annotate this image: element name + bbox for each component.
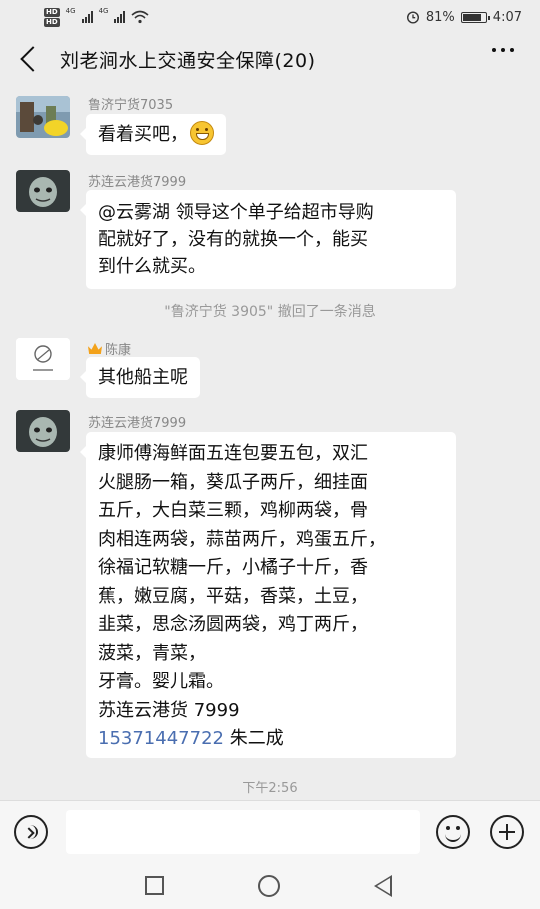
battery-percent: 81% <box>425 9 455 25</box>
phone-link[interactable]: 15371447722 <box>98 728 224 749</box>
signal-icon <box>114 11 126 23</box>
input-bar <box>0 800 540 862</box>
hd-badge: HD <box>44 7 60 17</box>
message-text: 韭菜，思念汤圆两袋，鸡丁两斤， <box>98 614 368 635</box>
more-options-icon[interactable] <box>492 48 514 52</box>
message-text: 徐福记软糖一斤，小橘子十斤，香 <box>98 557 368 578</box>
back-arrow-icon[interactable] <box>20 46 46 72</box>
chat-header: 刘老涧水上交通安全保障(20) <box>0 34 540 84</box>
crown-icon <box>88 343 102 354</box>
message-text: 到什么就买。 <box>98 256 206 277</box>
wifi-icon <box>131 10 149 24</box>
emoji-button[interactable] <box>436 815 470 849</box>
battery-icon <box>460 11 490 23</box>
recall-notice: "鲁济宁货 3905" 撤回了一条消息 <box>164 304 376 320</box>
time-stamp: 下午2:56 <box>242 781 298 796</box>
hd-indicator: HD HD <box>44 7 60 27</box>
signal-icon <box>81 11 93 23</box>
message-text: 五斤，大白菜三颗，鸡柳两袋，骨 <box>98 500 368 521</box>
message-text: 朱二成 <box>223 728 284 749</box>
system-nav-bar <box>0 862 540 909</box>
network-label: 4G <box>98 7 109 15</box>
message-text: 牙膏。婴儿霜。 <box>98 671 224 692</box>
grin-icon <box>190 121 214 145</box>
sender-name: 苏连云港货7999 <box>88 175 187 190</box>
sender-name: 鲁济宁货7035 <box>88 98 174 113</box>
add-attachment-button[interactable] <box>490 815 524 849</box>
message-text: @云雾湖 领导这个单子给超市导购 <box>98 202 374 223</box>
message-text: 火腿肠一箱，葵瓜子两斤，细挂面 <box>98 471 368 493</box>
message-text: 菠菜，青菜， <box>98 642 206 664</box>
chat-title: 刘老涧水上交通安全保障(20) <box>60 49 316 72</box>
message-bubble[interactable]: 看着买吧， <box>80 114 226 155</box>
sender-name-text: 陈康 <box>105 343 132 358</box>
message-text: 看着买吧， <box>98 124 188 145</box>
message-text: 蕉，嫩豆腐，平菇，香菜，土豆， <box>98 585 368 607</box>
voice-input-button[interactable] <box>14 815 48 849</box>
avatar[interactable] <box>16 170 70 212</box>
avatar[interactable] <box>16 96 70 138</box>
message-bubble[interactable]: 康师傅海鲜面五连包要五包，双汇 火腿肠一箱，葵瓜子两斤，细挂面 五斤，大白菜三颗… <box>80 432 456 758</box>
message-bubble[interactable]: 其他船主呢 <box>80 357 200 398</box>
status-right: 81% 4:07 <box>406 10 522 25</box>
sender-name: 陈康 <box>88 339 131 358</box>
message-text: 苏连云港货 7999 <box>98 699 240 721</box>
avatar[interactable] <box>16 338 70 380</box>
avatar[interactable] <box>16 410 70 452</box>
message-input[interactable] <box>66 810 420 854</box>
status-bar: HD HD 4G 4G 81% 4:07 <box>0 0 540 34</box>
recent-apps-icon[interactable] <box>145 876 164 895</box>
nav-back-icon[interactable] <box>374 875 392 897</box>
network-label: 4G <box>65 7 76 15</box>
alarm-icon <box>406 11 419 24</box>
sender-name: 苏连云港货7999 <box>88 416 187 431</box>
message-text: 康师傅海鲜面五连包要五包，双汇 <box>98 443 368 464</box>
message-text: 肉相连两袋，蒜苗两斤，鸡蛋五斤， <box>98 528 386 550</box>
message-text: 其他船主呢 <box>98 367 188 388</box>
hd-badge: HD <box>44 17 60 27</box>
message-text: 配就好了，没有的就换一个，能买 <box>98 229 368 250</box>
message-bubble[interactable]: @云雾湖 领导这个单子给超市导购 配就好了，没有的就换一个，能买 到什么就买。 <box>80 190 456 289</box>
home-icon[interactable] <box>258 875 280 897</box>
status-left: HD HD 4G 4G <box>44 7 149 27</box>
clock: 4:07 <box>492 9 522 25</box>
